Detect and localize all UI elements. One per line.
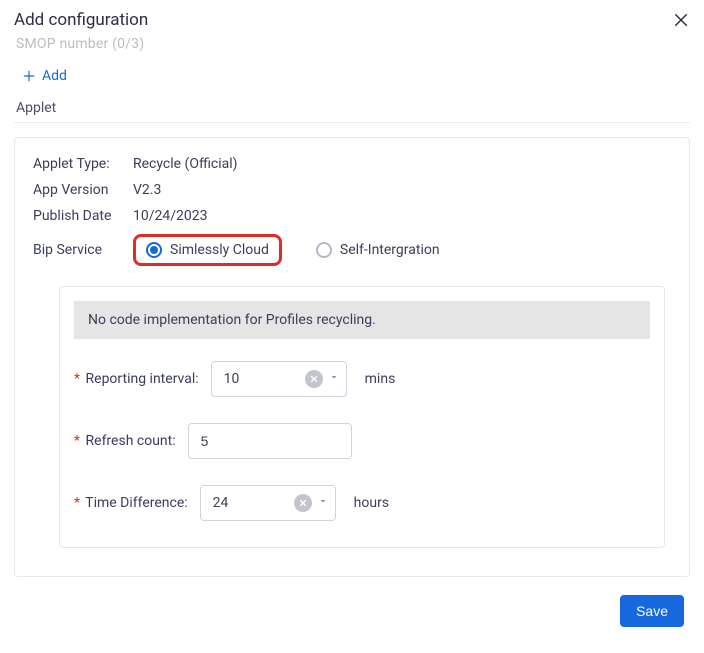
time-difference-unit: hours bbox=[354, 495, 389, 511]
close-icon[interactable] bbox=[672, 11, 690, 29]
plus-icon bbox=[22, 69, 36, 83]
dialog-title: Add configuration bbox=[14, 10, 148, 30]
info-banner: No code implementation for Profiles recy… bbox=[74, 301, 650, 339]
bip-simlessly-highlight: Simlessly Cloud bbox=[133, 234, 282, 266]
radio-selfint-label: Self-Intergration bbox=[340, 242, 440, 258]
section-divider bbox=[14, 122, 690, 123]
applet-type-value: Recycle (Official) bbox=[133, 156, 238, 172]
required-marker: * bbox=[74, 433, 80, 449]
clear-icon[interactable] bbox=[305, 370, 323, 388]
radio-dot-icon bbox=[146, 242, 162, 258]
radio-dot-icon bbox=[316, 242, 332, 258]
publish-date-value: 10/24/2023 bbox=[133, 208, 208, 224]
reporting-interval-select[interactable]: 10 bbox=[211, 361, 347, 397]
radio-self-integration[interactable]: Self-Intergration bbox=[316, 242, 440, 258]
add-button[interactable]: Add bbox=[22, 68, 67, 84]
bip-service-label: Bip Service bbox=[33, 242, 123, 258]
required-marker: * bbox=[74, 371, 80, 387]
chevron-down-icon bbox=[328, 371, 340, 387]
simlessly-panel: No code implementation for Profiles recy… bbox=[59, 286, 665, 548]
refresh-count-input-wrapper bbox=[188, 423, 352, 459]
section-label: Applet bbox=[16, 100, 690, 116]
time-difference-value: 24 bbox=[213, 495, 229, 511]
radio-simlessly-cloud[interactable]: Simlessly Cloud bbox=[146, 242, 269, 258]
publish-date-label: Publish Date bbox=[33, 208, 123, 224]
truncated-label: SMOP number (0/3) bbox=[16, 36, 690, 52]
applet-panel: Applet Type: Recycle (Official) App Vers… bbox=[14, 137, 690, 577]
time-difference-label: Time Difference: bbox=[85, 495, 187, 511]
reporting-interval-unit: mins bbox=[365, 371, 396, 387]
save-button[interactable]: Save bbox=[620, 595, 684, 627]
time-difference-select[interactable]: 24 bbox=[200, 485, 336, 521]
required-marker: * bbox=[74, 495, 80, 511]
app-version-label: App Version bbox=[33, 182, 123, 198]
refresh-count-label: Refresh count: bbox=[86, 433, 176, 449]
chevron-down-icon bbox=[317, 495, 329, 511]
app-version-value: V2.3 bbox=[133, 182, 161, 198]
reporting-interval-value: 10 bbox=[224, 371, 240, 387]
radio-simlessly-label: Simlessly Cloud bbox=[170, 242, 269, 258]
applet-type-label: Applet Type: bbox=[33, 156, 123, 172]
reporting-interval-label: Reporting interval: bbox=[86, 371, 199, 387]
refresh-count-input[interactable] bbox=[201, 433, 339, 449]
add-button-label: Add bbox=[42, 68, 67, 84]
clear-icon[interactable] bbox=[294, 494, 312, 512]
